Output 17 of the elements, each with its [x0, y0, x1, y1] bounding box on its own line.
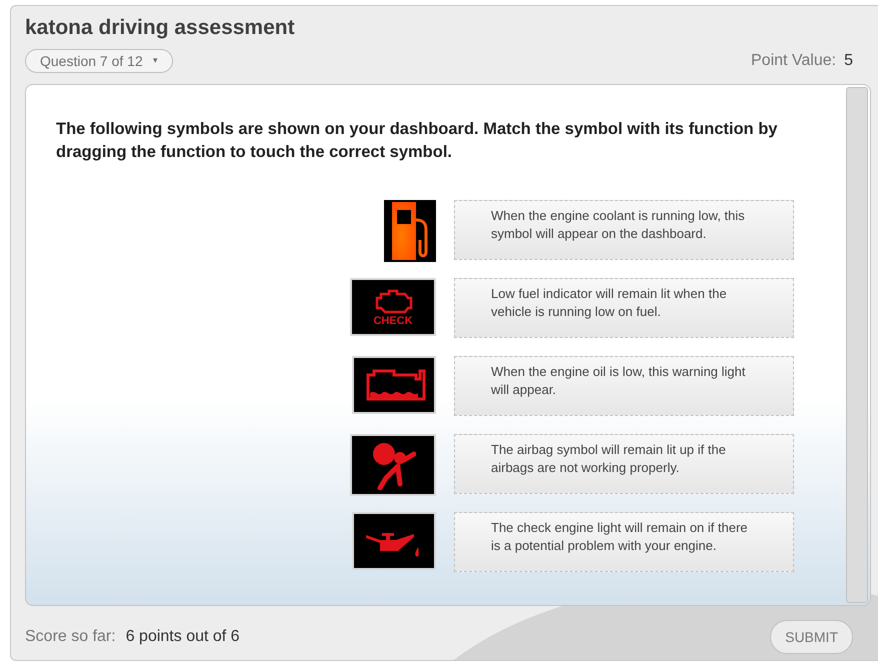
question-prompt: The following symbols are shown on your dashboard. Match the symbol with its function by dragging the function to touch the correct symbol. [56, 119, 778, 163]
score-value: 6 points out of 6 [126, 627, 240, 647]
point-value: 5 [844, 51, 853, 71]
function-card[interactable]: The check engine light will remain on if there is a potential problem with your engine. [454, 512, 794, 572]
check-label: CHECK [373, 316, 413, 326]
question-dropdown[interactable]: Question 7 of 12 ▾ [25, 49, 173, 73]
function-card[interactable]: When the engine coolant is running low, this symbol will appear on the dashboard. [454, 200, 794, 260]
function-card[interactable]: Low fuel indicator will remain lit when the vehicle is running low on fuel. [454, 278, 794, 338]
window-title: katona driving assessment [25, 15, 296, 41]
scrollbar[interactable] [846, 87, 868, 603]
point-value-label: Point Value: [751, 51, 836, 71]
function-card[interactable]: The airbag symbol will remain lit up if the airbags are not working properly. [454, 434, 794, 494]
function-card[interactable]: When the engine oil is low, this warning light will appear. [454, 356, 794, 416]
fuel-pump-symbol [384, 200, 436, 262]
score-label: Score so far: [25, 627, 116, 647]
submit-button[interactable]: SUBMIT [770, 620, 853, 654]
engine-icon [373, 288, 413, 316]
